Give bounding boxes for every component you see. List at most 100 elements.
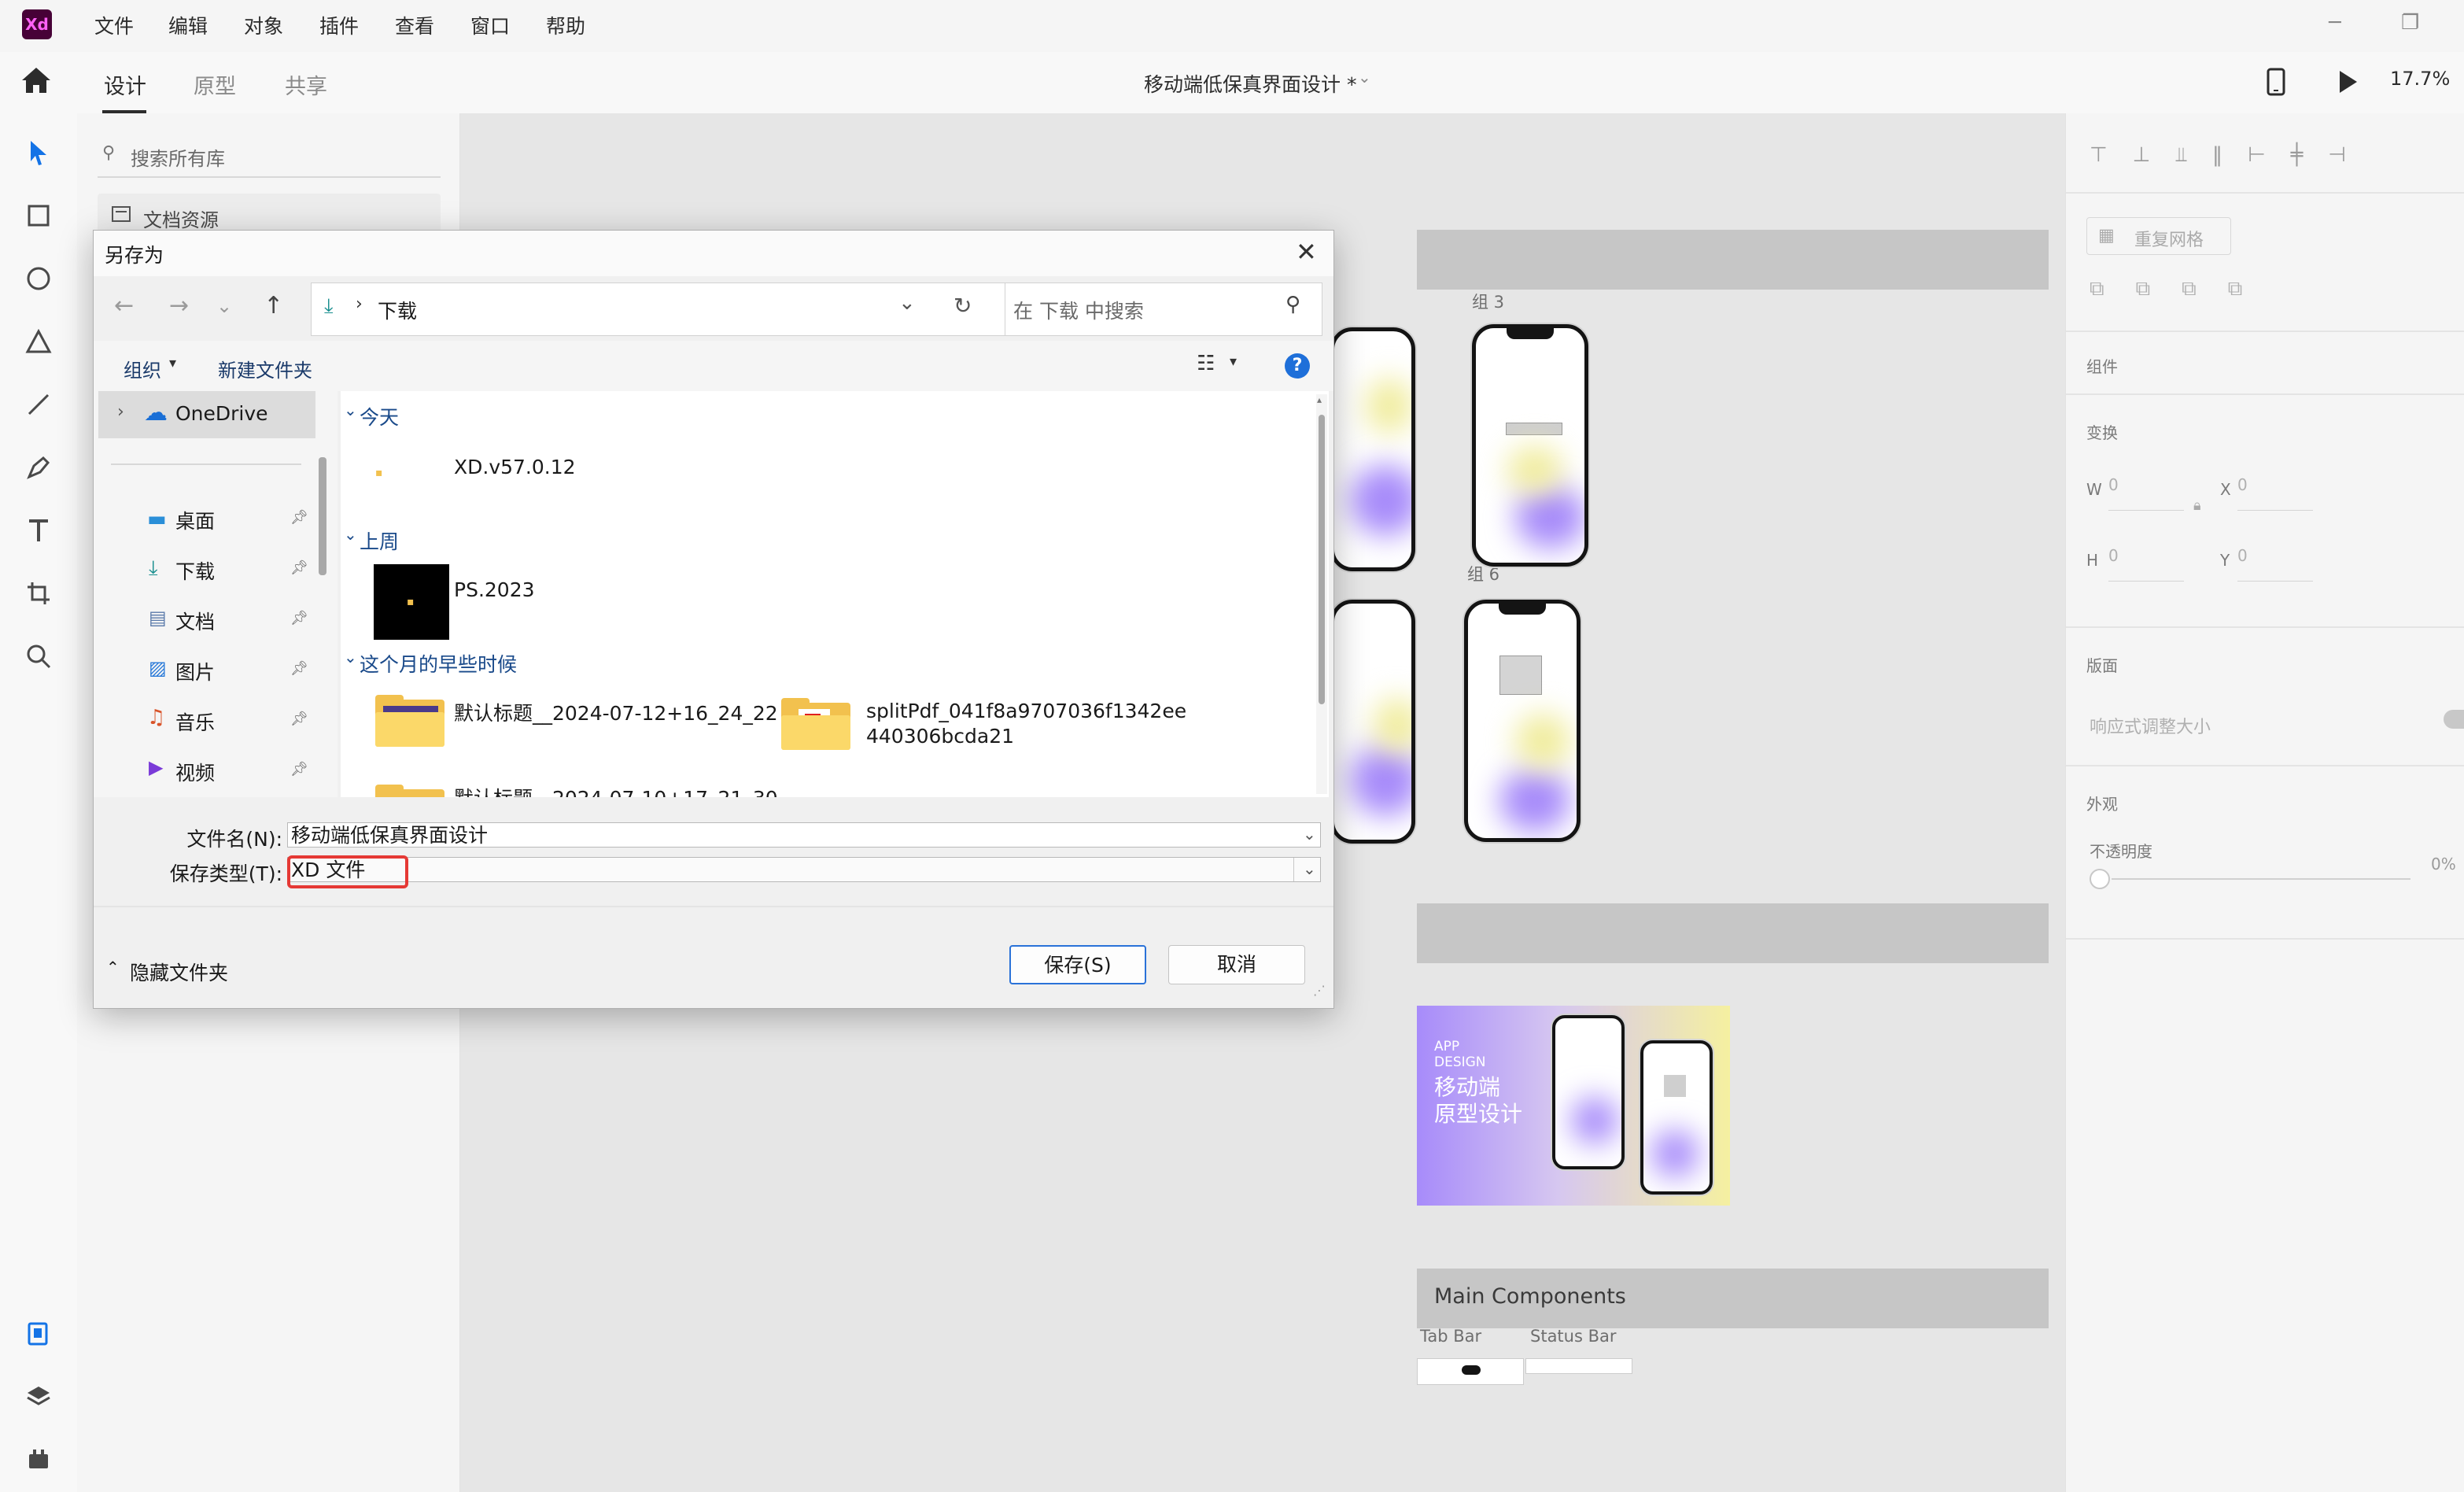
play-icon[interactable] bbox=[2337, 69, 2359, 94]
group-last-week[interactable]: 上周 bbox=[360, 526, 399, 555]
nav-scrollbar[interactable] bbox=[319, 457, 326, 575]
menu-object[interactable]: 对象 bbox=[244, 11, 283, 39]
nav-desktop[interactable]: 桌面 bbox=[175, 506, 215, 534]
collapse-icon[interactable]: ⌄ bbox=[344, 525, 357, 544]
menu-help[interactable]: 帮助 bbox=[546, 11, 585, 39]
file-folder-2[interactable]: 默认标题__2024-07-10+17_21_30 bbox=[454, 787, 778, 797]
address-dropdown-icon[interactable]: ⌄ bbox=[898, 291, 916, 315]
exclude-icon[interactable]: ⧉ bbox=[2228, 277, 2243, 301]
document-title[interactable]: 移动端低保真界面设计 * bbox=[1144, 69, 1356, 98]
phone-artboard-group6[interactable] bbox=[1464, 600, 1581, 842]
distribute-icon[interactable]: ‖ bbox=[2212, 143, 2222, 167]
zoom-level[interactable]: 17.7% bbox=[2390, 68, 2450, 90]
artboard-tool-icon[interactable] bbox=[23, 578, 54, 609]
cover-artboard[interactable]: APP DESIGN 移动端 原型设计 bbox=[1417, 1006, 1730, 1206]
layers-icon[interactable] bbox=[23, 1380, 54, 1412]
x-field[interactable]: 0 bbox=[2237, 475, 2248, 494]
w-field[interactable]: 0 bbox=[2108, 475, 2119, 494]
cancel-button[interactable]: 取消 bbox=[1168, 945, 1305, 984]
file-folder-1[interactable]: 默认标题__2024-07-12+16_24_22 bbox=[454, 698, 778, 726]
tab-design[interactable]: 设计 bbox=[104, 69, 146, 100]
phone-artboard[interactable] bbox=[1330, 327, 1415, 571]
file-scrollbar-thumb[interactable] bbox=[1319, 415, 1325, 704]
pin-icon[interactable]: 📌︎ bbox=[290, 509, 308, 526]
responsive-toggle[interactable] bbox=[2444, 710, 2464, 729]
subtract-icon[interactable]: ⧉ bbox=[2136, 277, 2151, 301]
address-folder[interactable]: 下载 bbox=[378, 296, 417, 324]
expand-chevron-icon[interactable]: › bbox=[117, 402, 124, 422]
library-search[interactable]: ⚲ 搜索所有库 bbox=[98, 140, 441, 178]
collapse-icon[interactable]: ⌄ bbox=[344, 401, 357, 419]
file-ps[interactable]: PS.2023 bbox=[454, 578, 535, 601]
lock-icon[interactable]: 🔒︎ bbox=[2193, 497, 2201, 514]
file-xd[interactable]: XD.v57.0.12 bbox=[454, 456, 576, 478]
menu-edit[interactable]: 编辑 bbox=[168, 11, 208, 39]
hide-folders-toggle[interactable]: 隐藏文件夹 bbox=[130, 958, 228, 986]
plugins-icon[interactable] bbox=[23, 1443, 54, 1475]
align-left-icon[interactable]: ⊢ bbox=[2248, 143, 2266, 167]
line-tool-icon[interactable] bbox=[23, 389, 54, 420]
resize-grip-icon[interactable]: ⋰ bbox=[1313, 983, 1326, 998]
filename-dropdown-icon[interactable]: ⌄ bbox=[1303, 822, 1316, 847]
address-bar[interactable]: ⤓ › 下载 ⌄ ↻ bbox=[311, 283, 1019, 336]
filetype-dropdown-icon[interactable]: ⌄ bbox=[1303, 856, 1316, 881]
tab-bar-component[interactable] bbox=[1417, 1358, 1524, 1385]
align-right-icon[interactable]: ⊣ bbox=[2328, 143, 2346, 167]
nav-music[interactable]: 音乐 bbox=[175, 707, 215, 736]
pin-icon[interactable]: 📌︎ bbox=[290, 610, 308, 626]
nav-videos[interactable]: 视频 bbox=[175, 758, 215, 786]
save-button[interactable]: 保存(S) bbox=[1009, 945, 1146, 984]
tab-prototype[interactable]: 原型 bbox=[194, 69, 236, 100]
refresh-icon[interactable]: ↻ bbox=[954, 293, 972, 319]
recent-locations-icon[interactable]: ⌄ bbox=[216, 295, 232, 317]
opacity-value[interactable]: 0% bbox=[2431, 855, 2456, 873]
menu-window[interactable]: 窗口 bbox=[470, 11, 510, 39]
intersect-icon[interactable]: ⧉ bbox=[2182, 277, 2197, 301]
pin-icon[interactable]: 📌︎ bbox=[290, 560, 308, 576]
phone-artboard-group3[interactable] bbox=[1472, 324, 1588, 567]
menu-file[interactable]: 文件 bbox=[94, 11, 134, 39]
device-preview-icon[interactable] bbox=[2266, 68, 2286, 96]
pin-icon[interactable]: 📌︎ bbox=[290, 660, 308, 677]
restore-icon[interactable]: ❐ bbox=[2401, 11, 2419, 35]
zoom-tool-icon[interactable] bbox=[23, 641, 54, 672]
opacity-slider-track[interactable] bbox=[2112, 878, 2411, 880]
library-search-input[interactable]: 搜索所有库 bbox=[131, 143, 225, 171]
add-shape-icon[interactable]: ⧉ bbox=[2090, 277, 2104, 301]
pen-tool-icon[interactable] bbox=[23, 452, 54, 483]
ellipse-tool-icon[interactable] bbox=[23, 263, 54, 294]
forward-icon[interactable]: → bbox=[169, 292, 189, 319]
collapse-icon[interactable]: ⌄ bbox=[344, 648, 357, 667]
view-dropdown-icon[interactable]: ▾ bbox=[1230, 353, 1237, 370]
select-tool-icon[interactable] bbox=[23, 137, 54, 168]
filetype-select[interactable]: XD 文件 ⌄ bbox=[287, 857, 1321, 882]
help-icon[interactable]: ? bbox=[1285, 353, 1310, 379]
file-split-pdf-line1[interactable]: splitPdf_041f8a9707036f1342ee bbox=[866, 700, 1186, 722]
new-folder-button[interactable]: 新建文件夹 bbox=[218, 355, 312, 382]
h-field[interactable]: 0 bbox=[2108, 546, 2119, 565]
folder-search[interactable]: 在 下载 中搜索 ⚲ bbox=[1005, 283, 1322, 336]
group-today[interactable]: 今天 bbox=[360, 402, 399, 430]
opacity-slider-handle[interactable] bbox=[2090, 869, 2110, 889]
polygon-tool-icon[interactable] bbox=[23, 326, 54, 357]
filename-input[interactable]: 移动端低保真界面设计 ⌄ bbox=[287, 822, 1321, 848]
chevron-up-icon[interactable]: ⌃ bbox=[106, 958, 120, 977]
group-earlier-this-month[interactable]: 这个月的早些时候 bbox=[360, 649, 517, 678]
nav-pictures[interactable]: 图片 bbox=[175, 657, 215, 685]
close-icon[interactable]: ✕ bbox=[1296, 237, 1317, 267]
align-center-icon[interactable]: ╪ bbox=[2291, 143, 2304, 167]
search-icon[interactable]: ⚲ bbox=[1285, 293, 1300, 316]
pin-icon[interactable]: 📌︎ bbox=[290, 711, 308, 727]
align-middle-icon[interactable]: ⊥ bbox=[2133, 143, 2151, 167]
folder-search-input[interactable]: 在 下载 中搜索 bbox=[1013, 296, 1144, 324]
file-split-pdf-line2[interactable]: 440306bcda21 bbox=[866, 725, 1014, 748]
menu-view[interactable]: 查看 bbox=[395, 11, 434, 39]
nav-documents[interactable]: 文档 bbox=[175, 607, 215, 635]
rectangle-tool-icon[interactable] bbox=[23, 200, 54, 231]
align-bottom-icon[interactable]: ⫫ bbox=[2175, 143, 2187, 167]
file-scrollbar-track[interactable]: ▴ bbox=[1316, 394, 1327, 794]
text-tool-icon[interactable] bbox=[23, 515, 54, 546]
y-field[interactable]: 0 bbox=[2237, 546, 2248, 565]
repeat-grid-button[interactable]: ▦ 重复网格 bbox=[2086, 217, 2231, 255]
organize-menu[interactable]: 组织 bbox=[124, 355, 161, 382]
